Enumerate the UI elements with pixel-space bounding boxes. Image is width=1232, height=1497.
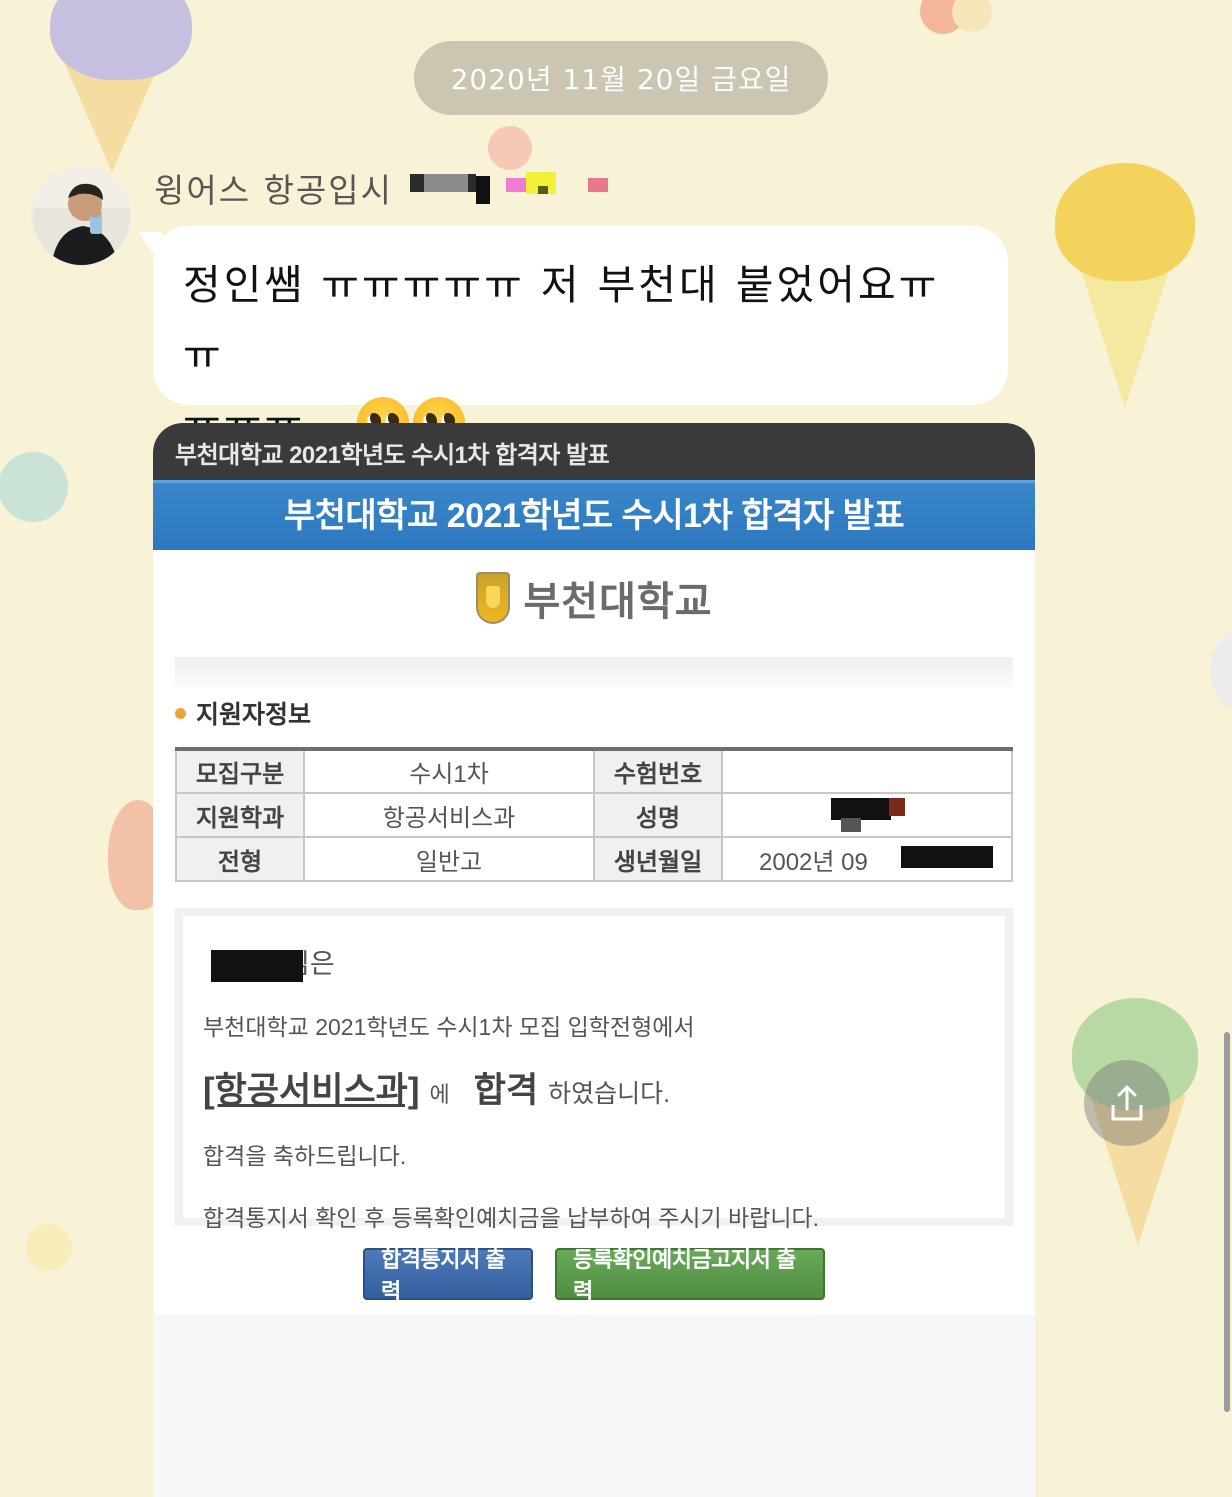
table-label: 수험번호	[593, 748, 723, 794]
confetti-dot	[488, 126, 532, 170]
congrats-text: 합격을 축하드립니다.	[203, 1143, 407, 1169]
birthdate-value: 2002년 09	[721, 836, 1013, 882]
message-line-1: 정인쌤 ㅠㅠㅠㅠㅠ 저 부천대 붙었어요ㅠㅠ	[183, 261, 940, 379]
pass-suffix: 하였습니다.	[548, 1080, 671, 1108]
browser-title-bar: 부천대학교 2021학년도 수시1차 합격자 발표	[153, 423, 1035, 480]
ice-cream-scoop-decoration	[1055, 163, 1195, 281]
table-label: 생년월일	[593, 836, 723, 882]
profile-photo-icon	[33, 168, 130, 265]
university-crest-icon	[475, 571, 510, 624]
confetti-dot	[0, 452, 68, 522]
censored-name-mosaic	[410, 172, 608, 204]
attachment-empty-area	[153, 1315, 1035, 1497]
applicant-info-title: 지원자정보	[196, 701, 312, 729]
result-intro: 부천대학교 2021학년도 수시1차 모집 입학전형에서	[203, 1014, 695, 1040]
birthdate-text: 2002년 09	[759, 848, 868, 876]
section-divider	[175, 657, 1013, 687]
table-row: 전형 일반고 생년월일 2002년 09	[175, 836, 1013, 882]
table-value: 일반고	[303, 836, 595, 882]
confetti-dot	[26, 1224, 72, 1270]
print-deposit-button[interactable]: 등록확인예치금고지서 출력	[555, 1247, 825, 1304]
censor-block	[211, 950, 303, 982]
censor-block	[889, 798, 905, 816]
table-label: 성명	[593, 792, 723, 838]
censor-block	[831, 798, 891, 820]
table-row: 지원학과 항공서비스과 성명	[175, 792, 1013, 838]
confetti-dot	[952, 0, 992, 32]
table-value: 수시1차	[303, 748, 595, 794]
admission-result-box: 님은 부천대학교 2021학년도 수시1차 모집 입학전형에서 [항공서비스과]…	[175, 908, 1013, 1231]
table-label: 모집구분	[175, 748, 305, 794]
department-particle: 에	[429, 1082, 450, 1107]
table-row: 모집구분 수시1차 수험번호	[175, 748, 1013, 794]
date-separator: 2020년 11월 20일 금요일	[414, 41, 828, 115]
censor-block	[901, 846, 993, 868]
bullet-icon	[175, 707, 186, 719]
exam-number-value	[721, 748, 1013, 794]
department-name: [항공서비스과]	[203, 1071, 420, 1110]
university-name: 부천대학교	[523, 579, 713, 624]
confetti-dot	[1210, 630, 1232, 710]
image-attachment[interactable]: 부천대학교 2021학년도 수시1차 합격자 발표 부천대학교 2021학년도 …	[153, 423, 1035, 1497]
censor-block	[841, 818, 861, 832]
applicant-info-table: 모집구분 수시1차 수험번호 지원학과 항공서비스과 성명 전형 일반고 생년월…	[175, 747, 1013, 882]
result-pass-line: [항공서비스과] 에 합격 하였습니다.	[203, 1062, 985, 1113]
pass-word: 합격	[473, 1071, 539, 1110]
scrollbar[interactable]	[1224, 1032, 1230, 1412]
applicant-info-heading: 지원자정보	[175, 695, 1035, 731]
announcement-banner: 부천대학교 2021학년도 수시1차 합격자 발표	[153, 480, 1035, 550]
share-button[interactable]	[1084, 1060, 1170, 1146]
print-buttons: 합격통지서 출력 등록확인예치금고지서 출력	[153, 1247, 1035, 1304]
sender-name: 윙어스 항공입시	[154, 171, 394, 210]
name-value	[721, 792, 1013, 838]
applicant-name-line: 님은	[203, 938, 985, 990]
table-label: 전형	[175, 836, 305, 882]
avatar[interactable]	[31, 166, 132, 267]
university-header: 부천대학교	[153, 550, 1035, 645]
message-bubble[interactable]: 정인쌤 ㅠㅠㅠㅠㅠ 저 부천대 붙었어요ㅠㅠ ㅠㅠㅠ...	[153, 226, 1008, 449]
share-icon	[1111, 1085, 1143, 1121]
table-label: 지원학과	[175, 792, 305, 838]
ice-cream-scoop-decoration	[50, 0, 192, 80]
deposit-instruction: 합격통지서 확인 후 등록확인예치금을 납부하여 주시기 바랍니다.	[203, 1205, 820, 1231]
table-value: 항공서비스과	[303, 792, 595, 838]
print-notice-button[interactable]: 합격통지서 출력	[363, 1247, 533, 1304]
